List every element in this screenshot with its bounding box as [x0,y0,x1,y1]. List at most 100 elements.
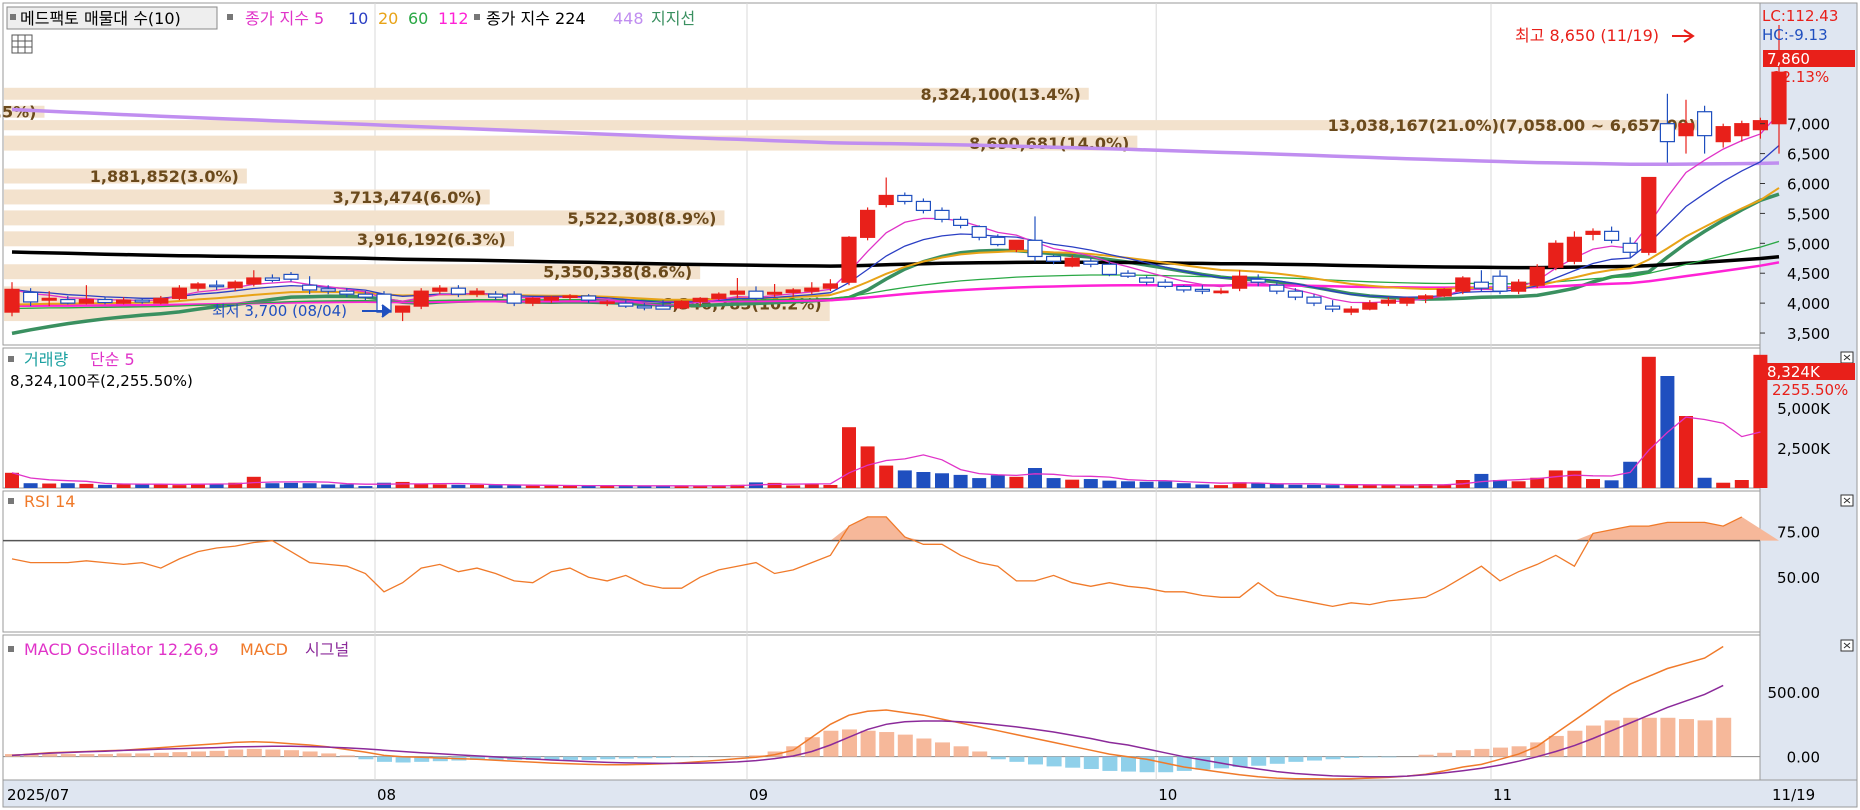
volume-bar [23,483,38,488]
candle-body [1622,242,1638,253]
candle-body [1027,239,1043,258]
volume-bar [116,484,131,488]
volume-profile-label: 5,522,308(8.9%) [567,209,716,228]
macd-osc-bar [42,754,58,757]
volume-bar [1697,477,1712,488]
candle-body [822,283,839,289]
legend-marker [8,356,14,362]
candle-body [1548,242,1564,268]
volume-bar [1139,481,1154,488]
legend-volume: 거래량 [24,350,68,369]
volume-bar [1251,483,1266,488]
volume-current: 8,324K [1767,363,1821,381]
candle-body [1715,126,1731,143]
close-icon[interactable] [1840,351,1854,364]
candle-body [115,299,132,304]
volume-bar [1604,480,1619,488]
candle-body [878,194,894,206]
stock-chart: 326,737(0.5%) 8,324,100(13.4%) 13,038,167(… [0,2,1858,808]
volume-bar [339,484,354,488]
candle-body [506,293,522,304]
volume-bar [953,474,968,488]
macd-osc-bar [618,756,634,759]
candle-body [1585,230,1601,235]
macd-osc-bar [879,732,895,757]
volume-bar [1009,476,1024,488]
volume-bar [1511,481,1526,488]
macd-osc-bar [581,756,597,760]
volume-bar [1548,470,1563,488]
price-tick-label: 6,500 [1787,146,1830,164]
candle-body [655,305,671,310]
x-tick-label: 2025/07 [7,786,69,804]
macd-osc-bar [860,730,876,757]
macd-osc-bar [1325,756,1341,760]
volume-bar [1214,485,1228,488]
macd-osc-bar [1269,756,1285,764]
volume-bar [1567,470,1582,488]
x-tick-label: 08 [377,786,396,804]
candle-body [599,301,615,305]
macd-osc-bar [656,756,671,758]
volume-bar [451,484,466,488]
candle-body [1101,263,1118,276]
candle-body [395,305,411,313]
macd-osc-bar [172,752,188,757]
legend-marker [8,646,14,652]
candle-body [1510,281,1527,292]
candle-body [580,295,597,301]
legend-ma5: 종가 지수 5 [245,9,324,28]
macd-osc-bar [1679,719,1694,757]
candle-body [60,298,76,304]
candle-body [1752,120,1769,131]
table-icon[interactable] [11,34,33,54]
candle-body [1138,277,1155,283]
candle-body [78,298,95,304]
macd-osc-bar [1418,754,1434,757]
macd-osc-bar [935,742,950,757]
macd-osc-bar [321,753,337,757]
price-tick-label: 5,000 [1787,235,1830,253]
legend-ma448: 448 [613,9,644,28]
candle-body [748,290,764,299]
volume-bar [897,470,912,488]
candle-body [1008,239,1025,250]
candle-body [1231,275,1248,289]
macd-osc-bar [116,753,132,757]
candle-body [766,291,783,295]
close-icon[interactable] [1840,639,1854,652]
volume-bar [1065,479,1080,488]
macd-osc-bar [284,750,299,757]
legend-signal: 시그널 [305,640,349,659]
volume-bar [1176,483,1191,488]
volume-bar [916,472,931,488]
volume-bar [1734,480,1749,488]
volume-bar [1325,485,1340,488]
candle-body [246,277,262,285]
macd-osc-bar [1623,717,1639,757]
legend-volume-ma: 단순 5 [90,350,135,369]
x-tick-label: 10 [1158,786,1177,804]
macd-osc-bar [730,756,746,757]
volume-bar [1641,356,1656,488]
candle-body [636,305,653,309]
candle-body [1678,123,1694,137]
macd-osc-bar [1028,756,1043,765]
volume-bar [432,484,447,488]
legend-ma10: 10 [348,9,368,28]
candle-body [209,284,225,288]
macd-osc-bar [98,754,113,757]
macd-osc-bar [990,756,1006,760]
candle-body [1473,281,1490,289]
volume-profile-label: 1,881,852(3.0%) [90,167,239,186]
candle-body [525,297,541,304]
close-icon[interactable] [1840,494,1854,507]
volume-bar [302,483,317,488]
macd-osc-bar [674,756,690,758]
volume-bar [488,485,503,488]
volume-bar [935,473,949,488]
macd-osc-bar [1288,756,1304,762]
volume-bar [1269,483,1284,488]
candle-body [41,297,57,301]
x-tick-label: 11 [1493,786,1512,804]
